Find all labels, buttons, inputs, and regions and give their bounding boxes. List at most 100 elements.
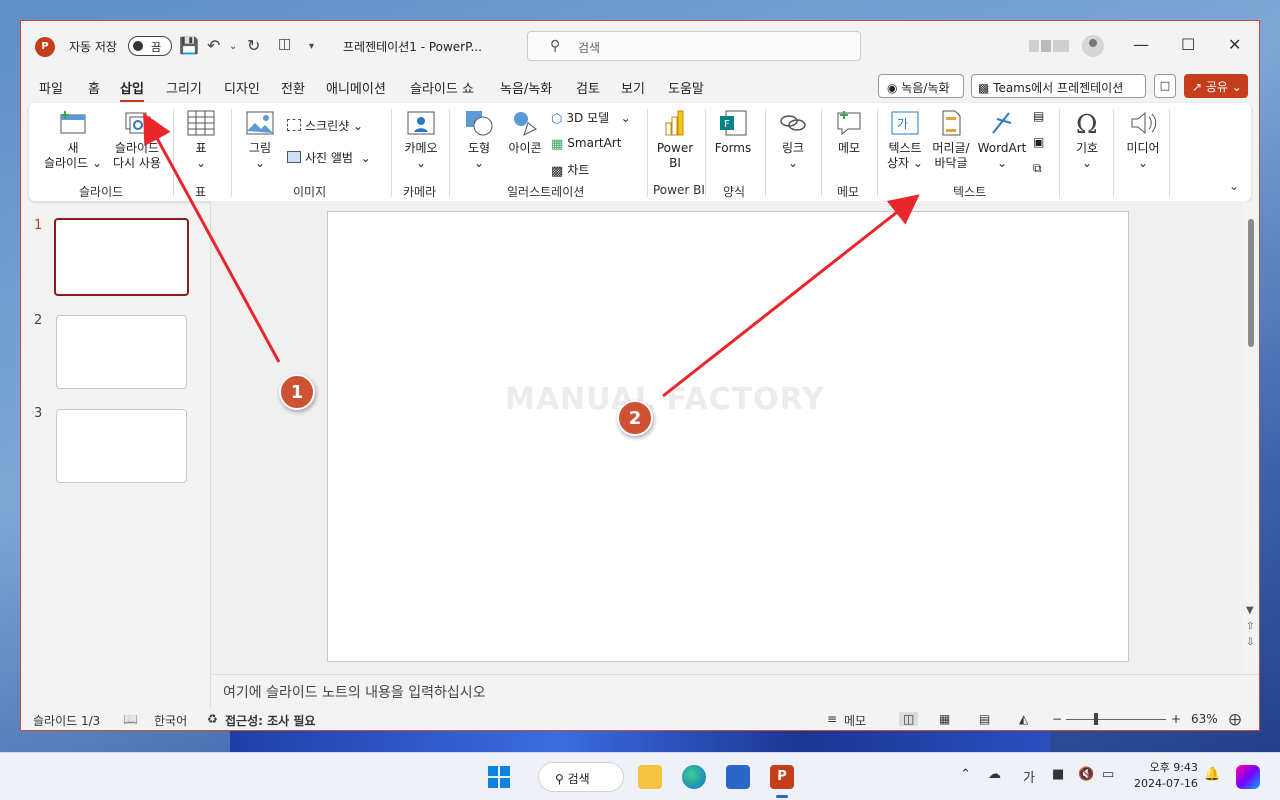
tab-file[interactable]: 파일	[39, 78, 63, 97]
notes-toggle-button[interactable]: 메모	[844, 712, 866, 729]
reuse-slides-label-1: 슬라이드	[114, 141, 160, 155]
search-box[interactable]: ⚲ 검색	[527, 31, 861, 61]
previous-slide-icon[interactable]: ⇧	[1246, 621, 1254, 632]
slide-thumbnail[interactable]	[56, 315, 187, 389]
taskbar-search[interactable]: ⚲ 검색	[538, 762, 624, 792]
new-slide-button[interactable]: 새 슬라이드 ⌄	[43, 109, 103, 171]
forms-button[interactable]: F Forms	[711, 109, 755, 156]
powerbi-button[interactable]: Power BI	[653, 109, 697, 171]
media-button[interactable]: 미디어 ⌄	[1119, 109, 1167, 171]
tray-chevron-icon[interactable]: ⌃	[960, 767, 971, 782]
notes-pane[interactable]: 여기에 슬라이드 노트의 내용을 입력하십시오	[211, 674, 1259, 704]
close-icon[interactable]: ✕	[1228, 35, 1241, 54]
vertical-scrollbar[interactable]: ▼ ⇧ ⇩	[1243, 201, 1259, 674]
present-icon[interactable]: ◫	[278, 36, 291, 52]
reading-view-icon[interactable]: ▤	[979, 712, 990, 726]
minimize-icon[interactable]: —	[1133, 35, 1149, 54]
zoom-level[interactable]: 63%	[1191, 712, 1218, 726]
tab-recording[interactable]: 녹음/녹화	[500, 78, 552, 97]
reuse-slides-button[interactable]: 슬라이드 다시 사용	[107, 109, 167, 171]
scroll-down-icon[interactable]: ▼	[1246, 605, 1254, 616]
undo-dropdown-icon[interactable]: ⌄	[229, 41, 237, 52]
copilot-icon[interactable]	[1236, 765, 1260, 789]
icons-button[interactable]: 아이콘	[503, 109, 547, 156]
share-button[interactable]: ↗ 공유 ⌄	[1184, 74, 1248, 98]
current-slide[interactable]: MANUAL FACTORY	[327, 211, 1129, 662]
text-box-button[interactable]: 가 텍스트 상자 ⌄	[883, 109, 927, 171]
edge-icon[interactable]	[682, 765, 706, 789]
group-separator	[647, 109, 648, 197]
save-icon[interactable]: 💾	[179, 36, 199, 55]
undo-icon[interactable]: ↶	[207, 36, 220, 55]
cameo-button[interactable]: 카메오 ⌄	[399, 109, 443, 171]
date-time-icon[interactable]: ▤	[1033, 109, 1044, 123]
windows-taskbar: ⚲ 검색 P ⌃ ☁ 가 ■ 🔇 ▭ 오후 9:43 2024-07-16 🔔	[0, 752, 1280, 800]
table-button[interactable]: 표 ⌄	[181, 109, 221, 171]
battery-icon[interactable]: ▭	[1102, 767, 1114, 782]
symbols-button[interactable]: Ω 기호 ⌄	[1065, 109, 1109, 171]
tab-help[interactable]: 도움말	[668, 78, 704, 97]
account-avatar[interactable]	[1082, 35, 1104, 57]
tab-insert[interactable]: 삽입	[120, 78, 144, 102]
header-footer-button[interactable]: 머리글/ 바닥글	[929, 109, 973, 171]
tab-home[interactable]: 홈	[88, 78, 100, 97]
scroll-thumb[interactable]	[1248, 219, 1254, 347]
store-icon[interactable]	[726, 765, 750, 789]
smartart-button[interactable]: ▦ SmartArt	[551, 136, 621, 152]
zoom-slider-thumb[interactable]	[1094, 713, 1098, 725]
3d-models-button[interactable]: ⬡ 3D 모델 ⌄	[551, 109, 631, 127]
fit-to-window-icon[interactable]: ⨁	[1229, 712, 1241, 726]
zoom-in-button[interactable]: +	[1171, 712, 1181, 726]
picture-button[interactable]: 그림 ⌄	[239, 109, 281, 171]
slide-thumbnail[interactable]	[54, 218, 189, 296]
slide-sorter-icon[interactable]: ▦	[939, 712, 950, 726]
network-icon[interactable]: ■	[1052, 767, 1064, 782]
accessibility-icon: ♻	[207, 712, 218, 726]
zoom-slider-track[interactable]	[1066, 719, 1166, 720]
tab-transitions[interactable]: 전환	[281, 78, 305, 97]
onedrive-icon[interactable]: ☁	[988, 767, 1001, 782]
present-in-teams-button[interactable]: ▩ Teams에서 프레젠테이션	[971, 74, 1146, 98]
tab-design[interactable]: 디자인	[224, 78, 260, 97]
slide-number-icon[interactable]: ▣	[1033, 135, 1044, 149]
tab-view[interactable]: 보기	[621, 78, 645, 97]
customize-toolbar-icon[interactable]: ▾	[309, 41, 314, 52]
file-explorer-icon[interactable]	[638, 765, 662, 789]
language-indicator[interactable]: 한국어	[154, 712, 187, 729]
accessibility-status[interactable]: 접근성: 조사 필요	[225, 712, 315, 729]
slide-thumbnail[interactable]	[56, 409, 187, 483]
zoom-out-button[interactable]: −	[1052, 712, 1062, 726]
link-button[interactable]: 링크 ⌄	[771, 109, 815, 171]
wordart-icon	[992, 112, 1012, 134]
wordart-button[interactable]: WordArt ⌄	[977, 109, 1027, 171]
clock[interactable]: 오후 9:43 2024-07-16	[1134, 760, 1198, 792]
powerpoint-taskbar-icon[interactable]: P	[770, 765, 794, 789]
record-button[interactable]: ◉ 녹음/녹화	[878, 74, 964, 98]
volume-icon[interactable]: 🔇	[1078, 767, 1094, 782]
spelling-icon[interactable]: 📖	[123, 712, 138, 726]
maximize-icon[interactable]: ☐	[1181, 35, 1195, 54]
redo-icon[interactable]: ↻	[247, 36, 260, 55]
normal-view-icon[interactable]: ◫	[899, 712, 919, 726]
windows-start-icon[interactable]	[487, 765, 511, 789]
comment-button[interactable]: 메모	[827, 109, 871, 156]
photo-album-button[interactable]: 사진 앨범 ⌄	[287, 149, 371, 166]
shapes-button[interactable]: 도형 ⌄	[457, 109, 501, 171]
chart-button[interactable]: ▩ 차트	[551, 161, 589, 179]
ime-indicator[interactable]: 가	[1023, 767, 1035, 786]
tab-draw[interactable]: 그리기	[166, 78, 202, 97]
text-box-label-2: 상자	[887, 156, 910, 170]
next-slide-icon[interactable]: ⇩	[1246, 637, 1254, 648]
collapse-ribbon-icon[interactable]: ⌄	[1229, 179, 1239, 193]
notification-bell-icon[interactable]: 🔔	[1204, 767, 1220, 782]
tab-slideshow[interactable]: 슬라이드 쇼	[410, 78, 474, 97]
object-icon[interactable]: ⧉	[1033, 161, 1042, 176]
tab-animations[interactable]: 애니메이션	[326, 78, 386, 97]
screenshot-button[interactable]: 스크린샷 ⌄	[287, 117, 363, 134]
slideshow-view-icon[interactable]: ◭	[1019, 712, 1028, 726]
icons-label: 아이콘	[508, 141, 542, 155]
comments-icon[interactable]: □	[1154, 74, 1176, 98]
tab-review[interactable]: 검토	[576, 78, 600, 97]
step-marker-2: 2	[617, 400, 653, 436]
autosave-toggle[interactable]: 끔	[128, 36, 172, 56]
